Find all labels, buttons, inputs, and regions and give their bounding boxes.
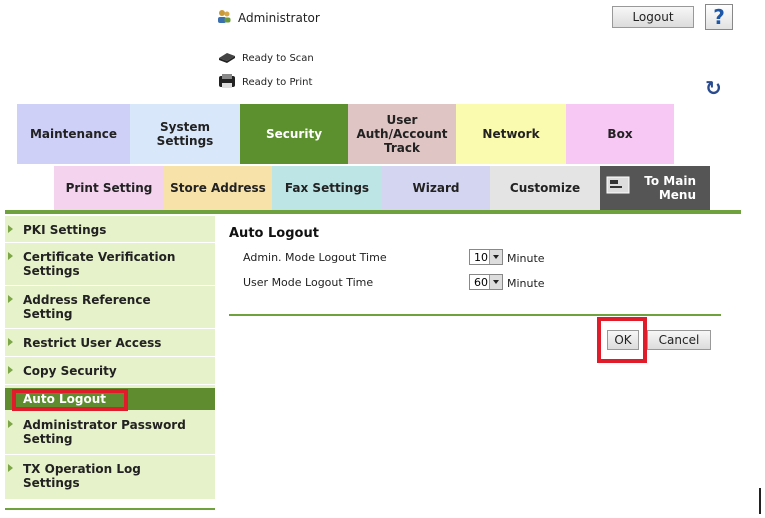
highlight-auto-logout	[12, 389, 128, 411]
arrow-right-icon	[8, 252, 13, 260]
sidebar-item-address-reference[interactable]: Address Reference Setting	[5, 293, 185, 321]
cancel-button[interactable]: Cancel	[647, 330, 711, 350]
current-user: Administrator	[216, 8, 320, 27]
page-title: Auto Logout	[229, 226, 319, 241]
tab-user-auth-account-track[interactable]: User Auth/Account Track	[348, 104, 456, 164]
sidebar-item-restrict-user-access[interactable]: Restrict User Access	[5, 336, 215, 350]
tab-fax-settings[interactable]: Fax Settings	[272, 166, 382, 210]
help-button[interactable]: ?	[705, 4, 733, 30]
tab-wizard[interactable]: Wizard	[382, 166, 490, 210]
tab-print-setting[interactable]: Print Setting	[54, 166, 164, 210]
tab-system-settings[interactable]: System Settings	[130, 104, 240, 164]
arrow-right-icon	[8, 295, 13, 303]
refresh-icon[interactable]: ↻	[705, 76, 729, 100]
printer-icon	[218, 73, 236, 92]
sidebar-item-administrator-password[interactable]: Administrator Password Setting	[5, 418, 205, 446]
content-divider	[229, 314, 721, 316]
tab-customize[interactable]: Customize	[490, 166, 600, 210]
logout-button[interactable]: Logout	[612, 6, 694, 28]
user-label: Administrator	[238, 10, 320, 25]
admin-logout-select[interactable]: 10	[469, 249, 503, 265]
tab-to-main-menu[interactable]: To Main Menu	[600, 166, 710, 210]
tab-maintenance[interactable]: Maintenance	[17, 104, 130, 164]
scan-status: Ready to Scan	[218, 51, 314, 66]
scanner-icon	[218, 51, 236, 66]
highlight-ok	[597, 317, 647, 363]
user-unit: Minute	[507, 277, 545, 290]
dropdown-arrow-icon	[489, 250, 502, 264]
arrow-right-icon	[8, 464, 13, 472]
arrow-right-icon	[8, 420, 13, 428]
sidebar-item-copy-security[interactable]: Copy Security	[5, 364, 215, 378]
tab-store-address[interactable]: Store Address	[164, 166, 272, 210]
tab-divider	[5, 210, 741, 214]
tab-network[interactable]: Network	[456, 104, 566, 164]
arrow-right-icon	[8, 338, 13, 346]
sidebar-item-tx-operation-log[interactable]: TX Operation Log Settings	[5, 462, 175, 490]
sidebar-item-certificate-verification[interactable]: Certificate Verification Settings	[5, 250, 205, 278]
arrow-right-icon	[8, 225, 13, 233]
user-icon	[216, 8, 232, 27]
main-menu-icon	[606, 176, 630, 197]
print-status: Ready to Print	[218, 73, 312, 92]
tab-security[interactable]: Security	[240, 104, 348, 164]
dropdown-arrow-icon	[489, 275, 502, 289]
scan-status-text: Ready to Scan	[242, 53, 314, 64]
admin-unit: Minute	[507, 252, 545, 265]
user-logout-label: User Mode Logout Time	[243, 276, 374, 289]
page-edge-mark	[759, 488, 761, 514]
sidebar-item-pki-settings[interactable]: PKI Settings	[5, 223, 215, 237]
admin-logout-label: Admin. Mode Logout Time	[243, 251, 387, 264]
print-status-text: Ready to Print	[242, 77, 313, 88]
sidebar-bottom-line	[5, 508, 215, 510]
arrow-right-icon	[8, 366, 13, 374]
user-logout-select[interactable]: 60	[469, 274, 503, 290]
tab-box[interactable]: Box	[566, 104, 674, 164]
